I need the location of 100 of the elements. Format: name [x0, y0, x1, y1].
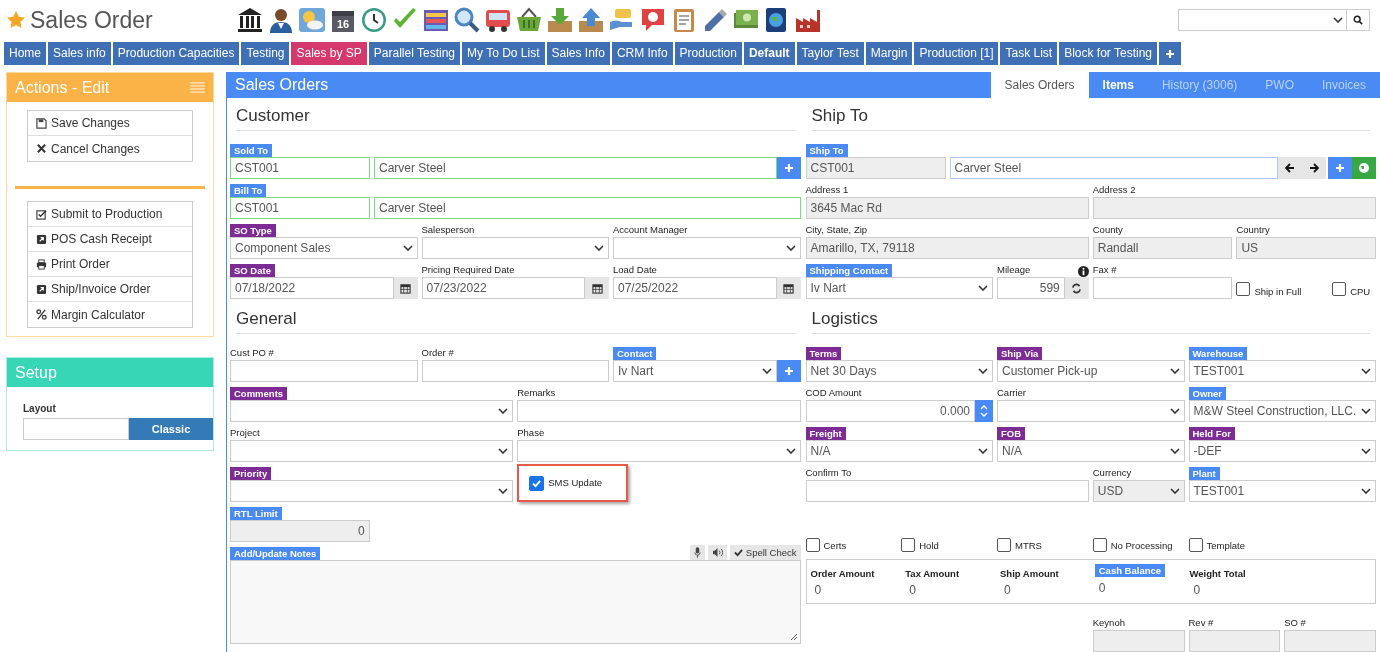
text-field[interactable]	[805, 480, 1089, 502]
nav-tab[interactable]: CRM Info	[611, 42, 673, 65]
dropdown[interactable]: M&W Steel Construction, LLC.	[1188, 400, 1376, 422]
add-button[interactable]	[776, 157, 801, 179]
field-label: FOB	[997, 427, 1026, 440]
date-field[interactable]: 07/23/2022	[421, 277, 585, 299]
dropdown[interactable]: TEST001	[1188, 480, 1376, 502]
nav-tab[interactable]: Production	[674, 42, 742, 65]
field-label: Priority	[230, 467, 272, 480]
calendar-button[interactable]	[776, 277, 801, 299]
field-label: Plant	[1188, 467, 1220, 480]
nav-tab[interactable]: Default	[743, 42, 795, 65]
code-field[interactable]: CST001	[805, 157, 946, 179]
text-field[interactable]: Amarillo, TX, 79118	[805, 237, 1089, 259]
globe-button[interactable]	[1352, 157, 1376, 179]
dropdown[interactable]: -DEF	[1188, 440, 1376, 462]
nav-tab[interactable]: Sales by SP	[291, 42, 367, 65]
number-field[interactable]: 599	[997, 277, 1065, 299]
dropdown[interactable]: Iv Nart	[805, 277, 993, 299]
previous-button[interactable]	[1278, 157, 1302, 179]
dropdown[interactable]: Component Sales	[230, 237, 418, 259]
text-field[interactable]	[421, 360, 609, 382]
panel-title: Actions - Edit	[15, 78, 110, 97]
checkbox[interactable]	[1188, 538, 1203, 552]
microphone-button[interactable]	[689, 545, 705, 560]
search-field[interactable]	[1178, 9, 1370, 31]
summary-value: 0	[908, 583, 917, 597]
text-field[interactable]	[1284, 630, 1376, 652]
nav-tab[interactable]: Production [1]	[914, 42, 999, 65]
nav-tab[interactable]: Sales info	[48, 42, 111, 65]
field-label: Currency	[1092, 467, 1132, 480]
name-field[interactable]: Carver Steel	[949, 157, 1278, 179]
basket-icon[interactable]	[515, 6, 543, 34]
dropdown[interactable]: Customer Pick-up	[997, 360, 1185, 382]
star-icon[interactable]	[6, 10, 26, 30]
add-button[interactable]	[776, 360, 801, 382]
tab[interactable]: Sales Orders	[990, 72, 1089, 98]
checkbox[interactable]	[1092, 538, 1107, 552]
nav-tab[interactable]: My To Do List	[462, 42, 545, 65]
text-field[interactable]	[517, 400, 801, 422]
next-button[interactable]	[1302, 157, 1326, 179]
code-field[interactable]: CST001	[230, 197, 370, 219]
layout-option[interactable]: Classic	[129, 418, 213, 440]
clock-icon[interactable]	[360, 6, 388, 34]
nav-tab[interactable]: Parallel Testing	[368, 42, 461, 65]
text-field[interactable]	[1092, 630, 1185, 652]
text-field[interactable]	[230, 360, 418, 382]
nav-tab[interactable]: Production Capacities	[112, 42, 240, 65]
dropdown[interactable]: N/A	[805, 440, 993, 462]
info-icon[interactable]	[1077, 266, 1089, 277]
text-field[interactable]: US	[1236, 237, 1376, 259]
notes-field[interactable]	[230, 560, 801, 644]
text-field[interactable]	[1092, 197, 1376, 219]
field-label: Ship To	[805, 144, 848, 157]
nav-tab[interactable]: Block for Testing	[1059, 42, 1157, 65]
nav-tab[interactable]: Taylor Test	[796, 42, 864, 65]
text-field[interactable]	[1188, 630, 1281, 652]
nav-tab[interactable]: Home	[4, 42, 46, 65]
field-label: RTL Limit	[230, 507, 282, 520]
dropdown[interactable]: Iv Nart	[613, 360, 777, 382]
field-label: Sold To	[230, 144, 273, 157]
number-field[interactable]: 0.000	[805, 400, 975, 422]
checkbox[interactable]	[529, 475, 545, 491]
spell-check-button[interactable]: Spell Check	[729, 545, 801, 560]
name-field[interactable]: Carver Steel	[374, 157, 777, 179]
number-field[interactable]: 0	[230, 520, 370, 542]
checkbox[interactable]	[997, 538, 1011, 552]
text-field[interactable]: 3645 Mac Rd	[805, 197, 1089, 219]
text-field[interactable]: Randall	[1092, 237, 1233, 259]
nav-tab[interactable]: Testing	[241, 42, 290, 65]
bank-icon[interactable]	[236, 6, 264, 34]
upload-icon[interactable]	[577, 6, 605, 34]
dropdown[interactable]: TEST001	[1188, 360, 1376, 382]
checkbox[interactable]	[805, 538, 820, 552]
refresh-button[interactable]	[1064, 277, 1089, 299]
calendar-button[interactable]	[585, 277, 609, 299]
download-icon[interactable]	[546, 6, 574, 34]
speaker-button[interactable]	[707, 545, 727, 560]
checkbox[interactable]	[901, 538, 916, 552]
dropdown[interactable]: USD	[1092, 480, 1185, 502]
field-label: Address 2	[1092, 184, 1136, 197]
magnifier-icon[interactable]	[453, 6, 481, 34]
checkbox[interactable]	[1332, 282, 1347, 296]
checkbox[interactable]	[1236, 282, 1251, 296]
text-field[interactable]	[1092, 277, 1233, 299]
name-field[interactable]: Carver Steel	[374, 197, 801, 219]
dropdown[interactable]: N/A	[997, 440, 1185, 462]
add-tab-button[interactable]	[1159, 42, 1181, 65]
nav-tab[interactable]: Sales Info	[546, 42, 610, 65]
nav-tab[interactable]: Margin	[865, 42, 913, 65]
spinner-button[interactable]	[975, 400, 993, 422]
dropdown[interactable]: Net 30 Days	[805, 360, 993, 382]
layout-field[interactable]	[23, 418, 129, 440]
date-field[interactable]: 07/25/2022	[613, 277, 777, 299]
code-field[interactable]: CST001	[230, 157, 370, 179]
calendar-button[interactable]	[393, 277, 418, 299]
speech-bubble-icon[interactable]	[639, 6, 667, 34]
date-field[interactable]: 07/18/2022	[230, 277, 394, 299]
nav-tab[interactable]: Task List	[1000, 42, 1058, 65]
person-icon[interactable]	[267, 6, 295, 34]
